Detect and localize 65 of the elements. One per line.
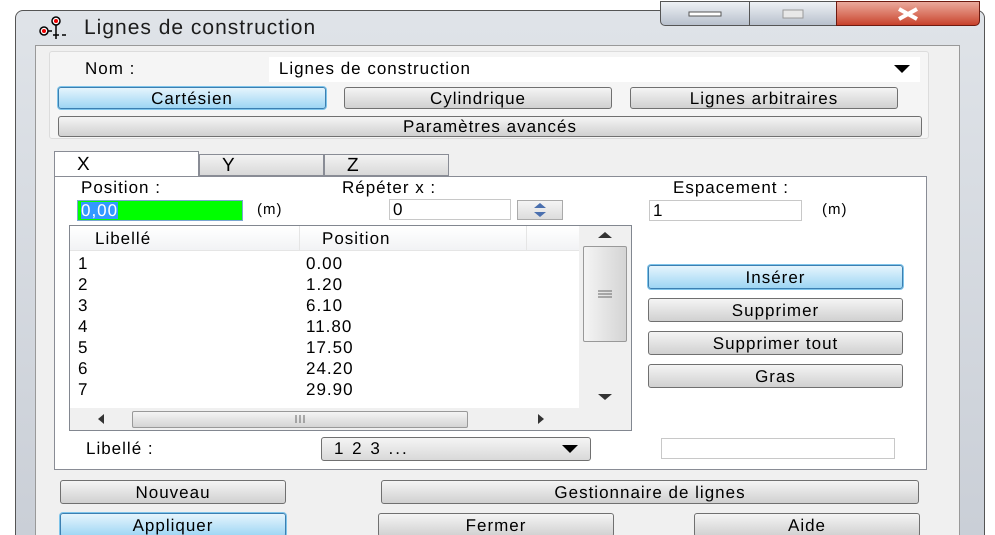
table-cell-text: 4: [77, 318, 90, 335]
axis-tab[interactable]: X: [54, 151, 199, 176]
table-cell-text: 24.20: [305, 360, 354, 377]
maximize-icon: [782, 8, 804, 18]
action-button[interactable]: Insérer: [648, 265, 903, 289]
repeat-label: Répéter x :: [342, 177, 438, 199]
action-button[interactable]: Gras: [648, 364, 903, 388]
minimize-button[interactable]: [660, 1, 750, 26]
mode-tab[interactable]: Lignes arbitraires: [630, 87, 898, 109]
table-cell-text: 2: [77, 276, 90, 293]
table-cell-text: 17.50: [305, 339, 354, 356]
table-cell-text: 6: [77, 360, 90, 377]
table-cell-text: 29.90: [305, 381, 354, 398]
axis-tab[interactable]: Y: [199, 154, 324, 176]
window-title: Lignes de construction: [84, 15, 316, 42]
close-icon: [896, 6, 920, 20]
help-button[interactable]: Aide: [694, 513, 920, 535]
action-button[interactable]: Supprimer: [648, 298, 903, 322]
text-field[interactable]: [661, 438, 895, 460]
column-header[interactable]: Libellé: [70, 226, 300, 250]
scroll-up-icon: [598, 232, 612, 238]
scroll-thumb[interactable]: [583, 246, 627, 342]
scroll-thumb[interactable]: [132, 410, 468, 428]
horizontal-scrollbar[interactable]: [70, 408, 631, 430]
name-dropdown[interactable]: Lignes de construction: [268, 56, 920, 82]
apply-button[interactable]: Appliquer: [60, 513, 286, 535]
table-cell-text: 1: [77, 255, 90, 272]
close-dialog-button[interactable]: Fermer: [378, 513, 614, 535]
dropdown-arrow-icon: [894, 65, 910, 73]
new-button[interactable]: Nouveau: [60, 480, 286, 504]
label-type-dropdown[interactable]: 1 2 3 ...: [321, 436, 591, 461]
mode-tab[interactable]: Cylindrique: [344, 87, 612, 109]
scroll-down-icon: [598, 394, 612, 400]
spacing-label: Espacement :: [673, 177, 790, 199]
line-manager-button[interactable]: Gestionnaire de lignes: [381, 480, 919, 504]
vertical-scrollbar[interactable]: [579, 226, 631, 408]
spacing-field[interactable]: 1: [649, 200, 802, 221]
table-cell-text: 11.80: [305, 318, 352, 335]
minimize-icon: [688, 10, 722, 16]
unit-label: (m): [822, 200, 848, 220]
maximize-button[interactable]: [750, 1, 836, 26]
axis-tab[interactable]: Z: [324, 154, 449, 176]
grip-icon: [295, 415, 305, 423]
close-button[interactable]: [836, 1, 980, 26]
table-cell-text: 1.20: [305, 276, 344, 293]
column-header[interactable]: Position: [300, 226, 527, 250]
table-cell-text: 0.00: [305, 255, 344, 272]
label-type-label: Libellé :: [86, 438, 155, 460]
table-cell-text: 3: [77, 297, 90, 314]
spin-arrows-icon: [534, 202, 546, 216]
spin-button[interactable]: [517, 200, 563, 220]
repeat-field[interactable]: 0: [389, 199, 511, 220]
unit-label: (m): [257, 200, 282, 220]
table-cell-text: 6.10: [305, 297, 344, 314]
scroll-right-icon: [538, 414, 544, 424]
scroll-left-icon: [98, 414, 104, 424]
advanced-settings-button[interactable]: Paramètres avancés: [58, 116, 922, 137]
position-label: Position :: [81, 177, 162, 199]
action-button[interactable]: Supprimer tout: [648, 331, 903, 355]
table-cell-text: 7: [77, 381, 90, 398]
name-label: Nom :: [85, 58, 136, 80]
mode-tab[interactable]: Cartésien: [58, 87, 326, 109]
grip-icon: [598, 290, 612, 298]
dropdown-arrow-icon: [562, 444, 578, 453]
table-cell-text: 5: [77, 339, 90, 356]
